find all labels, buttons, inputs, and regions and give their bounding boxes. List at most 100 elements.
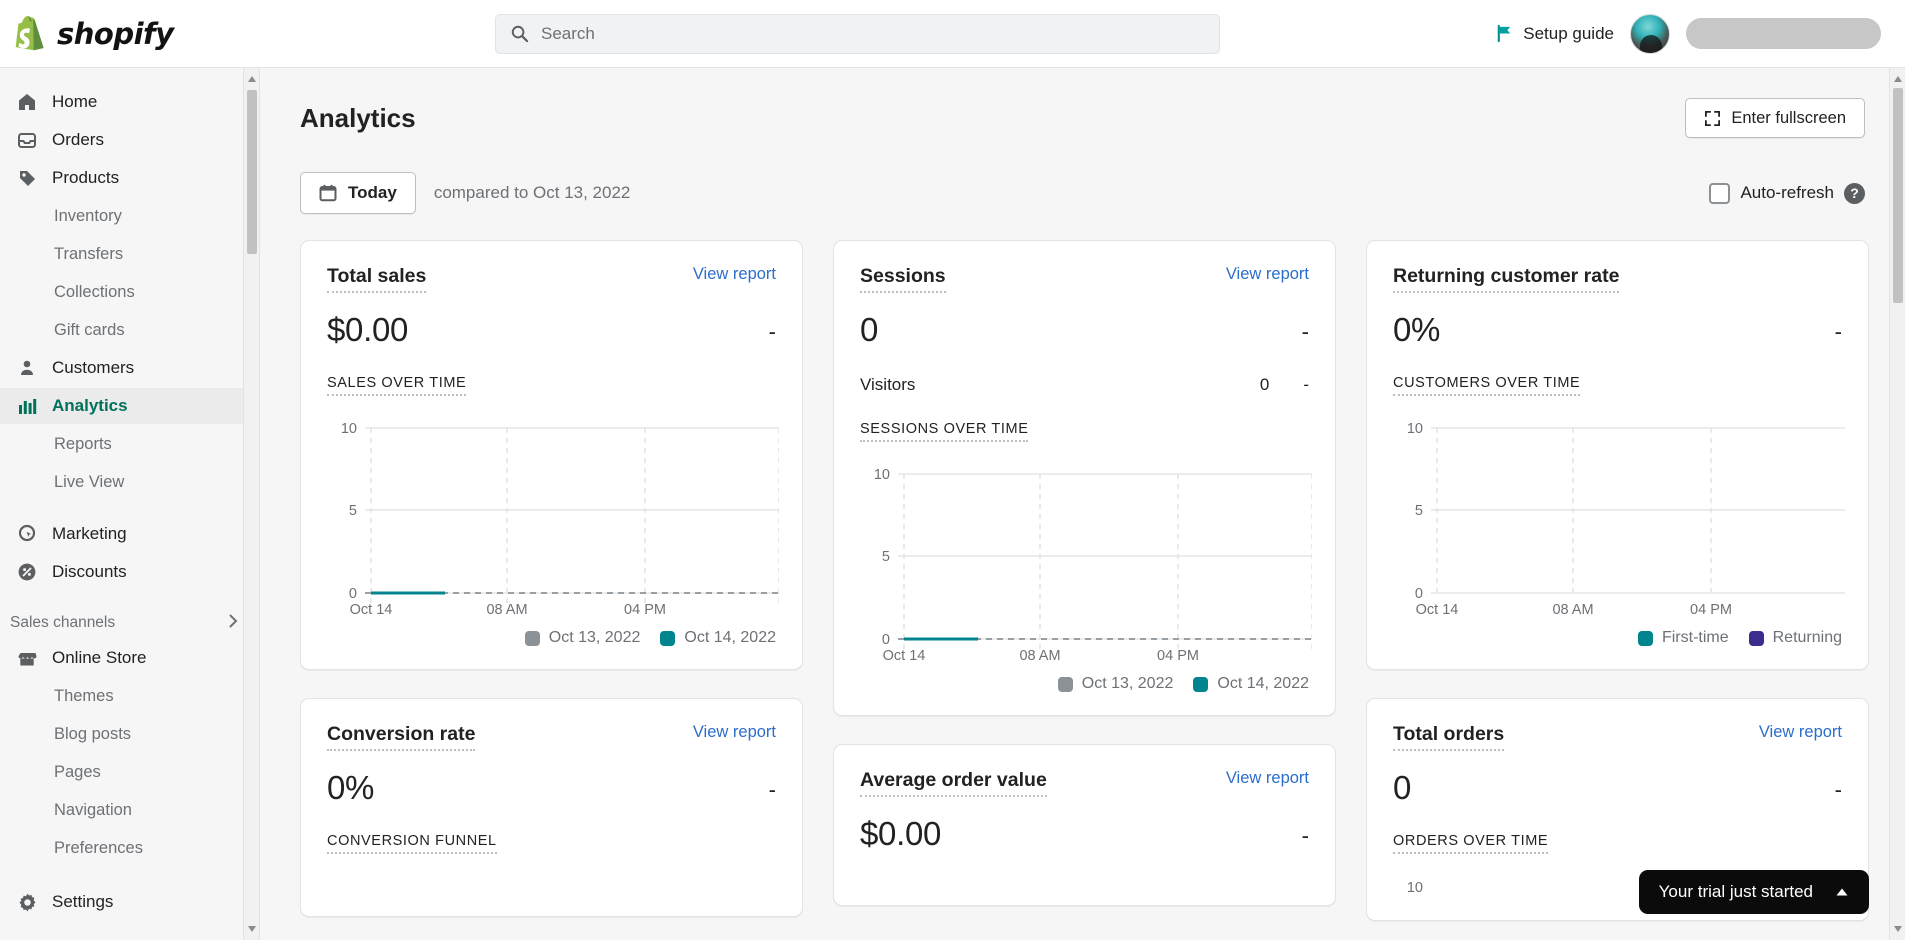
legend-swatch [1748, 630, 1764, 646]
main-scrollbar[interactable] [1889, 68, 1905, 940]
sidebar-item-inventory[interactable]: Inventory [0, 198, 259, 234]
legend-label: Oct 14, 2022 [1217, 675, 1309, 692]
sidebar-item-discounts[interactable]: Discounts [0, 554, 259, 590]
sidebar-item-label: Analytics [52, 396, 128, 415]
sidebar-item-home[interactable]: Home [0, 84, 259, 120]
scroll-down-arrow-icon[interactable] [1890, 920, 1905, 938]
page-title: Analytics [300, 102, 416, 133]
y-tick-5: 5 [1415, 503, 1423, 519]
sidebar-item-orders[interactable]: Orders [0, 122, 259, 158]
sidebar-section-sales-channels[interactable]: Sales channels [0, 606, 259, 640]
auto-refresh-checkbox[interactable] [1709, 182, 1731, 204]
sidebar-item-customers[interactable]: Customers [0, 350, 259, 386]
sidebar-item-live-view[interactable]: Live View [0, 464, 259, 500]
view-report-link[interactable]: View report [693, 723, 776, 742]
sidebar: Home Orders Products Inventory Transfers [0, 68, 260, 940]
metric-delta: - [1834, 319, 1842, 344]
sidebar-item-themes[interactable]: Themes [0, 678, 259, 714]
avatar[interactable] [1630, 13, 1670, 54]
metric-row: 0 - [860, 311, 1309, 349]
flag-icon [1498, 24, 1511, 43]
card-header: Returning customer rate [1393, 265, 1842, 293]
home-icon [16, 91, 38, 113]
metric-delta: - [1834, 777, 1842, 802]
view-report-link[interactable]: View report [1759, 723, 1842, 742]
y-tick-5: 5 [882, 549, 890, 565]
chart-sales-over-time: 10 5 0 Oct 14 08 AM 04 PM [327, 410, 779, 615]
chevron-up-icon[interactable] [1835, 882, 1849, 902]
main-content: Analytics Enter fullscreen Today compare… [260, 68, 1905, 940]
question-mark-icon[interactable]: ? [1844, 182, 1865, 204]
sidebar-item-settings[interactable]: Settings [0, 884, 259, 920]
sidebar-section-label: Sales channels [10, 614, 116, 631]
brand-logo-area[interactable]: shopify [0, 15, 270, 52]
legend-label: Returning [1772, 629, 1842, 646]
sidebar-item-label: Home [52, 92, 98, 111]
card-header: Sessions View report [860, 265, 1309, 293]
search-input[interactable]: Search [495, 13, 1220, 54]
metric-row: 0 - [1393, 769, 1842, 807]
aov-spacer [860, 853, 1309, 883]
trial-banner[interactable]: Your trial just started [1638, 870, 1869, 914]
setup-guide-button[interactable]: Setup guide [1495, 24, 1614, 44]
sidebar-item-preferences[interactable]: Preferences [0, 830, 259, 866]
legend-label: Oct 13, 2022 [548, 629, 641, 646]
legend-item[interactable]: Oct 13, 2022 [524, 629, 641, 647]
sidebar-item-transfers[interactable]: Transfers [0, 236, 259, 272]
legend-item[interactable]: Oct 14, 2022 [660, 629, 776, 647]
x-tick-1: 08 AM [1019, 648, 1060, 661]
scroll-up-arrow-icon[interactable] [1890, 70, 1905, 88]
metric-value: $0.00 [860, 815, 942, 852]
enter-fullscreen-button[interactable]: Enter fullscreen [1685, 98, 1865, 138]
chart-section-label: ORDERS OVER TIME [1393, 833, 1549, 854]
legend-item[interactable]: Oct 14, 2022 [1193, 675, 1309, 693]
cards-grid: Total sales View report $0.00 - SALES OV… [300, 240, 1869, 921]
page-header: Analytics Enter fullscreen [300, 98, 1865, 138]
legend-item[interactable]: Oct 13, 2022 [1057, 675, 1174, 693]
main-scroll-thumb[interactable] [1893, 88, 1903, 303]
sidebar-item-collections[interactable]: Collections [0, 274, 259, 310]
legend-swatch [1637, 630, 1653, 646]
card-header: Conversion rate View report [327, 723, 776, 751]
chevron-right-icon[interactable] [225, 613, 241, 634]
marketing-icon [16, 523, 38, 545]
sidebar-item-marketing[interactable]: Marketing [0, 516, 259, 552]
card-title: Conversion rate [327, 723, 476, 751]
sidebar-item-pages[interactable]: Pages [0, 754, 259, 790]
gear-icon [16, 891, 38, 913]
view-report-link[interactable]: View report [1226, 769, 1309, 788]
legend-item[interactable]: First-time [1637, 629, 1729, 647]
chart-section-label: SALES OVER TIME [327, 375, 467, 396]
chart-sessions-over-time: 10 5 0 Oct 14 08 AM 04 PM [860, 456, 1312, 661]
sidebar-scroll-thumb[interactable] [247, 90, 257, 254]
app-shell: Home Orders Products Inventory Transfers [0, 68, 1905, 940]
sidebar-scrollbar[interactable] [243, 68, 259, 940]
metric-row: $0.00 - [327, 311, 776, 349]
store-name-redacted[interactable] [1686, 18, 1881, 49]
sidebar-item-online-store[interactable]: Online Store [0, 640, 259, 676]
legend-label: Oct 13, 2022 [1081, 675, 1174, 692]
card-conversion-rate: Conversion rate View report 0% - CONVERS… [300, 698, 803, 917]
x-tick-2: 04 PM [1157, 648, 1199, 661]
setup-guide-label: Setup guide [1523, 23, 1614, 43]
view-report-link[interactable]: View report [693, 265, 776, 284]
sidebar-item-products[interactable]: Products [0, 160, 259, 196]
scroll-up-arrow-icon[interactable] [244, 70, 260, 88]
chart-section-label: CONVERSION FUNNEL [327, 833, 497, 854]
legend-swatch [524, 630, 540, 646]
visitors-value: 0 [1259, 375, 1270, 394]
sidebar-item-analytics[interactable]: Analytics [0, 388, 259, 424]
legend-item[interactable]: Returning [1748, 629, 1842, 647]
sidebar-item-blog-posts[interactable]: Blog posts [0, 716, 259, 752]
date-range-button[interactable]: Today [300, 172, 416, 214]
sidebar-item-navigation[interactable]: Navigation [0, 792, 259, 828]
visitors-delta: - [1303, 375, 1309, 394]
sidebar-item-reports[interactable]: Reports [0, 426, 259, 462]
scroll-down-arrow-icon[interactable] [244, 920, 260, 938]
view-report-link[interactable]: View report [1226, 265, 1309, 284]
chart-customers-over-time: 10 5 0 Oct 14 08 AM 04 PM [1393, 410, 1845, 615]
top-bar: shopify Search Setup guide [0, 0, 1905, 68]
sidebar-item-label: Navigation [54, 800, 132, 819]
card-title: Total orders [1393, 723, 1505, 751]
sidebar-item-gift-cards[interactable]: Gift cards [0, 312, 259, 348]
